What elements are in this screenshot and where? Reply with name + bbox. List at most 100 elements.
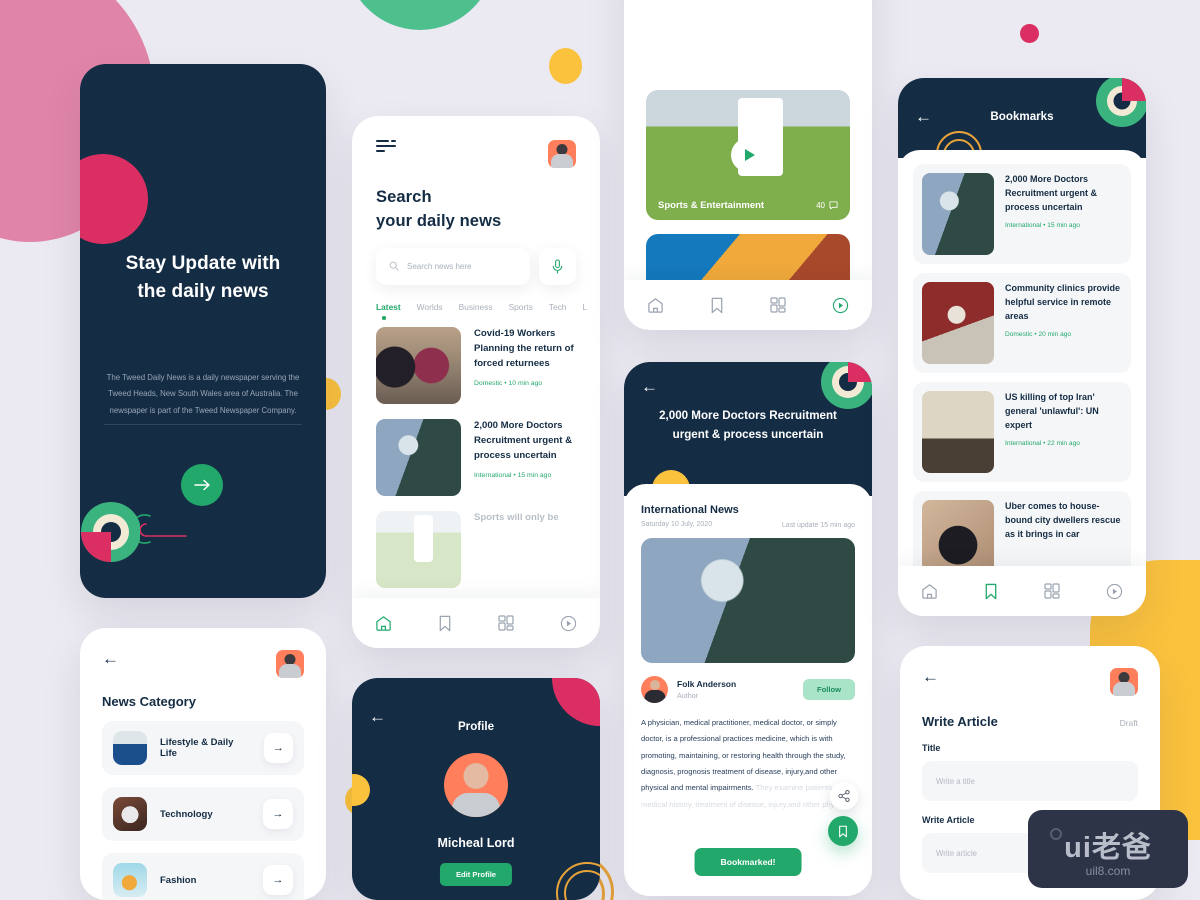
page-title: Profile (457, 720, 495, 733)
grid-icon[interactable] (1044, 583, 1060, 599)
voice-search-button[interactable] (539, 247, 576, 285)
splash-body-text: The Tweed Daily News is a daily newspape… (106, 373, 300, 415)
search-page-title: Search your daily news (376, 188, 502, 230)
bookmark-row[interactable]: 2,000 More Doctors Recruitment urgent & … (913, 164, 1131, 264)
category-row[interactable]: Lifestyle & Daily Life → (102, 721, 304, 775)
article-last-update: Last update 15 min ago (781, 522, 855, 529)
category-row[interactable]: Technology → (102, 787, 304, 841)
splash-next-button[interactable] (181, 464, 223, 506)
play-triangle-icon (744, 149, 755, 161)
news-meta: Domestic • 10 min ago (474, 380, 576, 387)
category-label: Fashion (160, 874, 197, 886)
news-time: 15 min ago (517, 472, 552, 480)
app-logo-mark (81, 502, 140, 562)
screen-search: Search your daily news Search news here (352, 116, 600, 648)
tab-more[interactable]: L (582, 302, 587, 312)
article-headline: 2,000 More Doctors Recruitment urgent & … (659, 409, 837, 442)
canvas: Stay Update with the daily news The Twee… (0, 0, 1200, 900)
tab-worlds[interactable]: Worlds (417, 302, 443, 312)
bookmark-meta: Domestic • 20 min ago (1005, 331, 1122, 338)
watermark-badge: ui老爸 uil8.com (1028, 810, 1188, 888)
news-list-item[interactable]: Sports will only be (376, 510, 576, 588)
profile-yellow-dot (352, 774, 370, 806)
back-button[interactable]: ← (102, 650, 119, 667)
bottom-navigation (352, 598, 600, 648)
follow-button[interactable]: Follow (802, 679, 855, 700)
bookmark-button[interactable] (828, 816, 858, 846)
news-time: 10 min ago (508, 380, 543, 388)
screen-profile: ← Profile Micheal Lord Edit Profile (352, 678, 600, 900)
play-button[interactable] (731, 138, 765, 172)
watermark-brand: ui老爸 (1064, 832, 1152, 864)
bookmark-icon[interactable] (984, 583, 998, 600)
article-header: ← 2,000 More Doctors Recruitment urgent … (624, 362, 872, 508)
bookmark-icon[interactable] (438, 615, 452, 632)
back-button[interactable]: ← (922, 668, 939, 685)
home-icon[interactable] (647, 297, 664, 314)
tab-tech[interactable]: Tech (549, 302, 567, 312)
microphone-icon (552, 259, 563, 274)
edit-profile-button[interactable]: Edit Profile (439, 863, 513, 886)
title-placeholder: Write a title (936, 776, 975, 786)
title-input[interactable]: Write a title (922, 761, 1138, 801)
search-input[interactable]: Search news here (376, 247, 530, 285)
avatar[interactable] (548, 140, 576, 168)
tab-latest[interactable]: Latest (376, 302, 401, 320)
video-label: Sports & Entertainment (658, 200, 765, 211)
share-button[interactable] (830, 782, 858, 810)
bg-pink-dot (1020, 24, 1039, 43)
article-hero-image (641, 538, 855, 663)
grid-icon[interactable] (770, 297, 786, 313)
page-title: Write Article (922, 714, 998, 729)
bookmark-row[interactable]: US killing of top Iran' general 'unlawfu… (913, 382, 1131, 482)
category-label: Lifestyle & Daily Life (160, 737, 234, 759)
title-field-label: Title (922, 743, 941, 753)
news-thumbnail (376, 326, 461, 404)
back-button[interactable]: ← (641, 378, 658, 395)
avatar[interactable] (276, 650, 304, 678)
bookmark-row[interactable]: Community clinics provide helpful servic… (913, 273, 1131, 373)
bookmark-category: International (1005, 439, 1042, 447)
avatar[interactable] (1110, 668, 1138, 696)
home-icon[interactable] (375, 615, 392, 632)
splash-heading: Stay Update with the daily news (125, 253, 281, 302)
article-section: International News (641, 504, 739, 516)
bookmark-icon[interactable] (710, 297, 724, 314)
video-play-icon[interactable] (560, 615, 577, 632)
bookmark-thumbnail (922, 391, 994, 473)
home-icon[interactable] (921, 583, 938, 600)
bookmark-title: US killing of top Iran' general 'unlawfu… (1005, 392, 1099, 430)
watermark-domain: uil8.com (1085, 864, 1131, 878)
draft-status[interactable]: Draft (1120, 718, 1138, 728)
news-meta: International • 15 min ago (474, 472, 576, 479)
category-thumbnail (113, 731, 147, 765)
category-arrow-button[interactable]: → (263, 799, 293, 829)
bottom-navigation (624, 280, 872, 330)
tab-sports[interactable]: Sports (509, 302, 533, 312)
video-play-icon[interactable] (832, 297, 849, 314)
category-arrow-button[interactable]: → (263, 733, 293, 763)
news-thumbnail (376, 510, 461, 588)
bg-green-circle (345, 0, 495, 30)
tab-business[interactable]: Business (459, 302, 493, 312)
grid-icon[interactable] (498, 615, 514, 631)
bottom-navigation (898, 566, 1146, 616)
category-arrow-button[interactable]: → (263, 865, 293, 895)
video-play-icon[interactable] (1106, 583, 1123, 600)
news-list-item[interactable]: 2,000 More Doctors Recruitment urgent & … (376, 418, 576, 496)
splash-pink-circle (80, 154, 148, 244)
category-row[interactable]: Fashion → (102, 853, 304, 900)
author-name: Folk Anderson (677, 679, 737, 689)
app-logo-mark (1096, 78, 1146, 127)
bookmark-thumbnail (922, 282, 994, 364)
news-category: Domestic (474, 380, 503, 388)
news-thumbnail (376, 418, 461, 496)
profile-name: Micheal Lord (437, 836, 515, 850)
news-list-item[interactable]: Covid-19 Workers Planning the return of … (376, 326, 576, 404)
search-bar: Search news here (376, 247, 576, 285)
screen-splash: Stay Update with the daily news The Twee… (80, 64, 326, 598)
video-card[interactable]: Sports & Entertainment 40 (646, 90, 850, 220)
menu-icon[interactable] (376, 140, 396, 152)
author-role: Author (677, 691, 699, 700)
profile-avatar[interactable] (444, 753, 508, 817)
